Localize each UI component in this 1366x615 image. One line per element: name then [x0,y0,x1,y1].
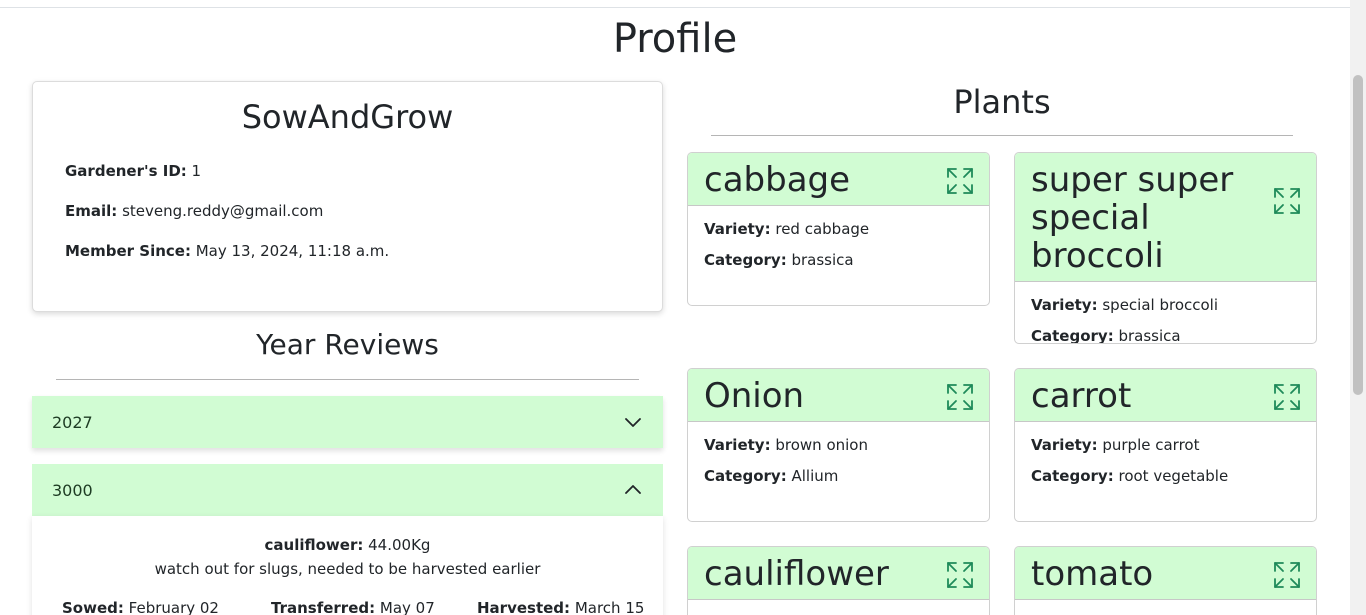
category-value: root vegetable [1118,467,1229,485]
chevron-down-icon [625,418,641,427]
variety-label: Variety: [704,220,771,238]
harvested-label: Harvested: [477,599,571,615]
category-label: Category: [704,251,787,269]
plant-variety-row: Variety: purple carrot [1031,436,1300,454]
plant-name: Onion [704,376,805,416]
plant-card-header: cauliflower [688,547,989,600]
category-value: brassica [1118,327,1181,344]
page-scrollbar[interactable] [1350,0,1366,615]
plant-card-broccoli: super super special broccoli Variety: sp… [1014,152,1317,344]
variety-value: brown onion [775,436,868,454]
review-note: watch out for slugs, needed to be harves… [154,560,541,578]
chevron-up-icon [625,485,641,494]
plant-card-header: carrot [1015,369,1316,422]
profile-card: SowAndGrow Gardener's ID: 1 Email: steve… [32,81,663,312]
plant-category-row: Category: brassica [704,251,973,269]
category-label: Category: [1031,327,1114,344]
crop-yield-line: cauliflower: 44.00Kg [32,536,663,554]
sowed-value: February 02 [128,599,219,615]
plant-variety-row: Variety: brown onion [704,436,973,454]
expand-arrows-icon[interactable] [945,166,975,196]
accordion-year-label: 2027 [52,412,93,432]
plant-card-tomato: tomato [1014,546,1317,615]
variety-label: Variety: [1031,296,1098,314]
category-value: Allium [791,467,839,485]
plant-card-header: cabbage [688,153,989,206]
harvested-date: Harvested: March 15 [477,599,644,615]
accordion-header-3000[interactable]: 3000 [32,464,663,516]
expand-arrows-icon[interactable] [1272,186,1302,216]
variety-value: red cabbage [775,220,870,238]
variety-label: Variety: [704,436,771,454]
crop-yield-value: 44.00Kg [368,536,431,554]
profile-username: SowAndGrow [241,98,454,136]
year-reviews-divider [56,379,639,380]
plant-card-onion: Onion Variety: brown onion Category: All… [687,368,990,522]
expand-arrows-icon[interactable] [945,560,975,590]
plant-category-row: Category: root vegetable [1031,467,1300,485]
gardener-id-row: Gardener's ID: 1 [65,162,201,180]
plants-divider [711,135,1293,136]
variety-value: special broccoli [1102,296,1219,314]
member-since-value: May 13, 2024, 11:18 a.m. [195,242,390,260]
top-border [0,7,1350,8]
gardener-id-value: 1 [191,162,202,180]
transferred-value: May 07 [379,599,435,615]
category-label: Category: [1031,467,1114,485]
expand-arrows-icon[interactable] [1272,560,1302,590]
crop-label: cauliflower: [264,536,364,554]
plant-name: super super special broccoli [1031,160,1234,276]
accordion-year-label: 3000 [52,480,93,500]
plant-name: cabbage [704,160,851,200]
variety-value: purple carrot [1102,436,1200,454]
plant-card-body: Variety: special broccoli Category: bras… [1015,282,1316,344]
plant-name: tomato [1031,554,1154,594]
plants-title: Plants [953,83,1051,121]
plant-card-body: Variety: brown onion Category: Allium [688,422,989,512]
plant-card-header: super super special broccoli [1015,153,1316,282]
plant-card-header: Onion [688,369,989,422]
plant-variety-row: Variety: special broccoli [1031,296,1300,314]
plant-category-row: Category: Allium [704,467,973,485]
plant-name: cauliflower [704,554,889,594]
member-since-label: Member Since: [65,242,191,260]
email-value: steveng.reddy@gmail.com [122,202,324,220]
expand-arrows-icon[interactable] [1272,382,1302,412]
plant-card-cauliflower: cauliflower [687,546,990,615]
plant-card-cabbage: cabbage Variety: red cabbage Category: b… [687,152,990,306]
gardener-id-label: Gardener's ID: [65,162,187,180]
plant-category-row: Category: brassica [1031,327,1300,344]
email-label: Email: [65,202,118,220]
plant-card-header: tomato [1015,547,1316,600]
category-label: Category: [704,467,787,485]
sowed-date: Sowed: February 02 [62,599,219,615]
email-row: Email: steveng.reddy@gmail.com [65,202,323,220]
member-since-row: Member Since: May 13, 2024, 11:18 a.m. [65,242,389,260]
scrollbar-thumb[interactable] [1353,75,1363,395]
transferred-label: Transferred: [271,599,376,615]
accordion-body-3000: cauliflower: 44.00Kg watch out for slugs… [32,516,663,615]
sowed-label: Sowed: [62,599,124,615]
category-value: brassica [791,251,854,269]
plant-card-body: Variety: purple carrot Category: root ve… [1015,422,1316,512]
plant-card-body: Variety: red cabbage Category: brassica [688,206,989,296]
year-reviews-title: Year Reviews [256,328,439,361]
page-title: Profile [612,16,738,62]
accordion-header-2027[interactable]: 2027 [32,396,663,448]
expand-arrows-icon[interactable] [945,382,975,412]
plant-name: carrot [1031,376,1132,416]
variety-label: Variety: [1031,436,1098,454]
plant-card-carrot: carrot Variety: purple carrot Category: … [1014,368,1317,522]
plant-variety-row: Variety: red cabbage [704,220,973,238]
transferred-date: Transferred: May 07 [271,599,435,615]
harvested-value: March 15 [574,599,645,615]
